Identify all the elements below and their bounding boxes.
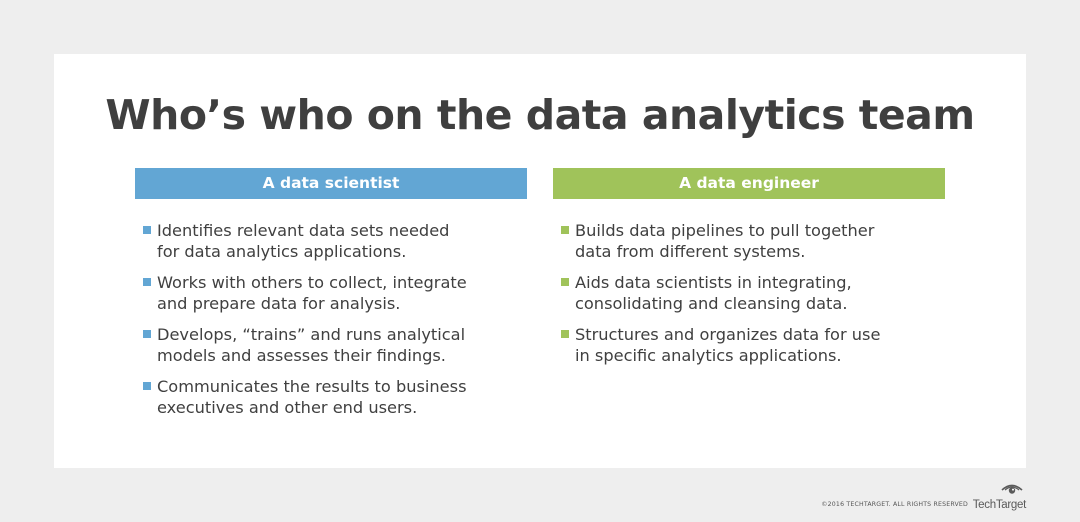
brand-logo: TechTarget: [972, 482, 1027, 512]
data-scientist-header: A data scientist: [135, 168, 527, 199]
item-line: in specific analytics applications.: [575, 346, 842, 365]
square-bullet-icon: [143, 330, 151, 338]
square-bullet-icon: [143, 278, 151, 286]
square-bullet-icon: [561, 278, 569, 286]
eye-logo-icon: [1001, 484, 1023, 494]
brand-name: TechTarget: [972, 499, 1027, 511]
page-title: Who’s who on the data analytics team: [105, 91, 975, 139]
item-line: and prepare data for analysis.: [157, 294, 401, 313]
item-line: consolidating and cleansing data.: [575, 294, 848, 313]
item-line: models and assesses their findings.: [157, 346, 446, 365]
item-line: for data analytics applications.: [157, 242, 407, 261]
item-line: Structures and organizes data for use: [575, 325, 881, 344]
list-item: Works with others to collect, integrate …: [135, 272, 527, 314]
copyright-text: ©2016 TECHTARGET. ALL RIGHTS RESERVED: [821, 501, 968, 508]
list-item: Communicates the results to business exe…: [135, 376, 527, 418]
list-item: Structures and organizes data for use in…: [553, 324, 945, 366]
item-line: Works with others to collect, integrate: [157, 273, 467, 292]
list-item: Aids data scientists in integrating, con…: [553, 272, 945, 314]
list-item: Identifies relevant data sets needed for…: [135, 220, 527, 262]
data-engineer-header: A data engineer: [553, 168, 945, 199]
data-scientist-list: Identifies relevant data sets needed for…: [135, 220, 527, 428]
list-item: Builds data pipelines to pull together d…: [553, 220, 945, 262]
item-line: executives and other end users.: [157, 398, 418, 417]
square-bullet-icon: [561, 330, 569, 338]
square-bullet-icon: [143, 226, 151, 234]
item-line: Aids data scientists in integrating,: [575, 273, 852, 292]
data-engineer-column: A data engineer Builds data pipelines to…: [553, 168, 945, 365]
item-line: Develops, “trains” and runs analytical: [157, 325, 466, 344]
item-line: Builds data pipelines to pull together: [575, 221, 875, 240]
square-bullet-icon: [561, 226, 569, 234]
item-line: Communicates the results to business: [157, 377, 467, 396]
item-line: Identifies relevant data sets needed: [157, 221, 450, 240]
data-engineer-list: Builds data pipelines to pull together d…: [553, 220, 945, 376]
item-line: data from different systems.: [575, 242, 806, 261]
list-item: Develops, “trains” and runs analytical m…: [135, 324, 527, 366]
footer: ©2016 TECHTARGET. ALL RIGHTS RESERVED Te…: [821, 482, 1026, 512]
data-scientist-column: A data scientist Identifies relevant dat…: [135, 168, 527, 417]
square-bullet-icon: [143, 382, 151, 390]
